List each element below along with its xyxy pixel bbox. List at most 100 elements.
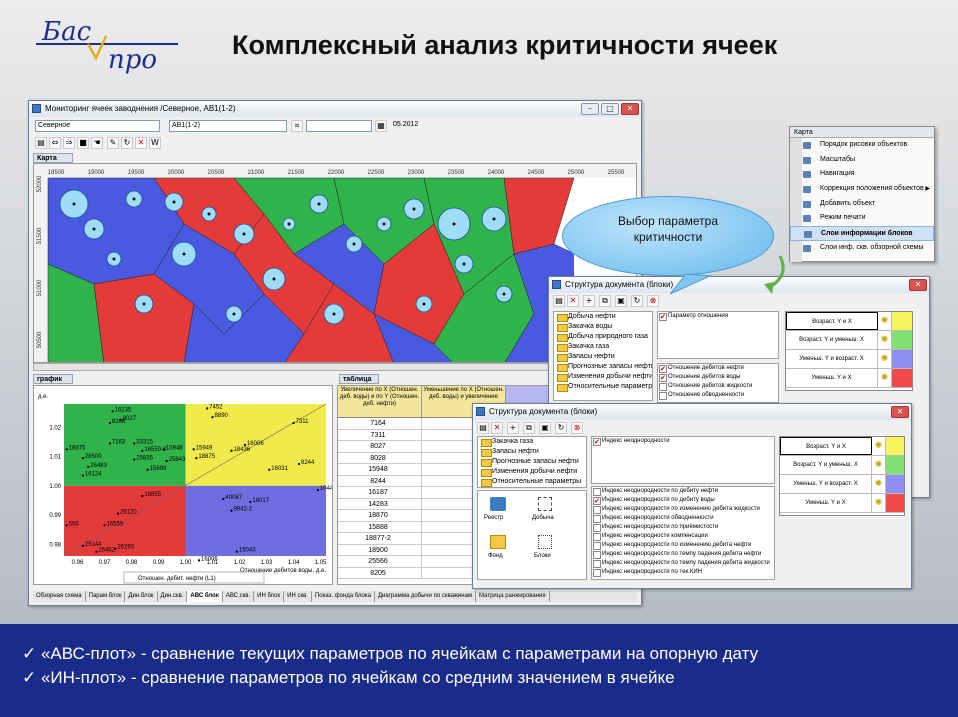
- doc2-param-selected-list[interactable]: Индекс неоднородности: [591, 436, 775, 484]
- doc2-tree-item[interactable]: Прогнозные запасы нефти: [478, 457, 586, 467]
- well-point[interactable]: [352, 242, 356, 246]
- bulb-icon[interactable]: ✺: [878, 331, 892, 349]
- criteria-row[interactable]: Возраст. Y и уменьш. X ✺: [786, 331, 912, 350]
- well-point[interactable]: [182, 252, 186, 256]
- criteria-row[interactable]: Уменьш. Y и X ✺: [780, 494, 904, 513]
- table-icon[interactable]: ▤: [35, 137, 47, 149]
- criteria-color-swatch[interactable]: [892, 331, 912, 349]
- doc1-criteria-table[interactable]: Возраст. Y и X ✺ Возраст. Y и уменьш. X ✺ Ум…: [785, 311, 913, 391]
- context-menu-item[interactable]: Режим печати: [790, 211, 934, 226]
- doc2-param-item[interactable]: Индекс неоднородности по изменению дебит…: [592, 541, 774, 550]
- doc1-param-item[interactable]: Отношение обводненности: [658, 391, 778, 400]
- doc1-param-item[interactable]: Отношение дебитов воды: [658, 373, 778, 382]
- well-point[interactable]: [382, 222, 386, 226]
- doc1-tree[interactable]: Добыча нефти Закачка воды Добыча природног…: [553, 311, 653, 401]
- doc2-icon-panel[interactable]: Реестр Добыча Фонд Блоки: [477, 490, 587, 580]
- plot-point[interactable]: [211, 416, 214, 419]
- abc-plot-panel[interactable]: д.е. 0.96 0.97 0.98 0.99 1.00 1.01 1.02 1.03 1.04…: [33, 385, 333, 585]
- production-icon[interactable]: [538, 497, 552, 511]
- registry-icon[interactable]: [490, 497, 506, 511]
- word-icon[interactable]: W: [149, 137, 161, 149]
- plot-point[interactable]: [222, 498, 225, 500]
- doc2-add-icon[interactable]: +: [507, 422, 519, 434]
- criteria-color-swatch[interactable]: [886, 437, 904, 455]
- plot-point[interactable]: [162, 448, 165, 451]
- well-point[interactable]: [272, 277, 276, 281]
- doc2-param-item[interactable]: Индекс неоднородности по дебиту нефти: [592, 487, 774, 496]
- map-scrollbar[interactable]: [33, 363, 637, 371]
- doc2-param-item[interactable]: Индекс неоднородности по изменению дебит…: [592, 505, 774, 514]
- doc2-param-item[interactable]: Индекс неоднородности по тек.КИН: [592, 568, 774, 577]
- calendar-icon[interactable]: ▦: [375, 120, 387, 132]
- doc2-tree-item[interactable]: Изменения добычи нефти: [478, 467, 586, 477]
- context-menu-item[interactable]: Навигация: [790, 167, 934, 182]
- doc1-param-selected[interactable]: Параметр отношения: [658, 312, 778, 321]
- doc2-tree-item[interactable]: Закачка газа: [478, 437, 586, 447]
- context-menu-item[interactable]: Добавить объект: [790, 197, 934, 212]
- tool-icon[interactable]: ✎: [107, 137, 119, 149]
- doc2-param-item[interactable]: Индекс неоднородности по темпу падения д…: [592, 550, 774, 559]
- bulb-icon[interactable]: ✺: [872, 494, 886, 512]
- plot-point[interactable]: [249, 500, 252, 503]
- well-point[interactable]: [72, 202, 76, 206]
- plot-point[interactable]: [230, 509, 233, 512]
- criteria-color-swatch[interactable]: [892, 350, 912, 368]
- plot-point[interactable]: [198, 559, 201, 562]
- doc1-param-item[interactable]: Отношение дебитов нефти: [658, 364, 778, 373]
- doc2-table-icon[interactable]: ▤: [477, 422, 489, 434]
- well-point[interactable]: [207, 212, 211, 216]
- doc2-param-list[interactable]: Индекс неоднородности по дебиту нефти Инд…: [591, 486, 775, 580]
- plot-point[interactable]: [108, 422, 111, 424]
- well-point[interactable]: [332, 312, 336, 316]
- field-select[interactable]: Северное: [35, 120, 160, 132]
- plot-point[interactable]: [111, 410, 114, 413]
- well-point[interactable]: [132, 197, 136, 201]
- plot-point[interactable]: [81, 544, 84, 547]
- cell-map[interactable]: 18500 19000 19500 20000 20500 21000 21500 22000…: [34, 164, 637, 363]
- bottom-tab[interactable]: ИН блок: [254, 591, 285, 602]
- plot-point[interactable]: [141, 495, 144, 498]
- doc2-param-item[interactable]: Индекс неоднородности по приёмистости: [592, 523, 774, 532]
- well-point[interactable]: [422, 302, 426, 306]
- plot-point[interactable]: [81, 474, 84, 477]
- doc2-close-button[interactable]: ✕: [891, 406, 909, 418]
- bottom-tab[interactable]: Показ. фонда блока: [312, 591, 375, 602]
- well-point[interactable]: [242, 232, 246, 236]
- well-point[interactable]: [452, 222, 456, 226]
- plot-point[interactable]: [119, 419, 122, 422]
- criteria-color-swatch[interactable]: [892, 312, 912, 330]
- plot-point[interactable]: [108, 442, 111, 445]
- plot-point[interactable]: [133, 442, 136, 445]
- criteria-row[interactable]: Возраст. Y и X ✺: [786, 312, 912, 331]
- bulb-icon[interactable]: ✺: [872, 456, 886, 474]
- doc2-refresh-icon[interactable]: ↻: [555, 422, 567, 434]
- plot-point[interactable]: [114, 547, 117, 550]
- bottom-tab[interactable]: Дин.скв.: [158, 591, 188, 602]
- plot-point[interactable]: [192, 448, 195, 451]
- criteria-row[interactable]: Уменьш. Y и X ✺: [786, 369, 912, 388]
- bulb-icon[interactable]: ✺: [878, 312, 892, 330]
- criteria-row[interactable]: Уменьш. Y и возраст. X ✺: [786, 350, 912, 369]
- doc2-criteria-table[interactable]: Возраст. Y и X ✺ Возраст. Y и уменьш. X ✺ Ум…: [779, 436, 905, 516]
- bottom-tab[interactable]: Обзорная схема: [33, 591, 86, 602]
- plot-point[interactable]: [87, 465, 90, 468]
- grid-icon[interactable]: ⌗: [291, 120, 303, 132]
- criteria-color-swatch[interactable]: [886, 475, 904, 493]
- plot-point[interactable]: [316, 489, 319, 492]
- plot-point[interactable]: [133, 458, 136, 461]
- well-point[interactable]: [462, 262, 466, 266]
- maximize-button[interactable]: □: [601, 103, 619, 115]
- context-menu-item[interactable]: Порядок рисовки объектов: [790, 138, 934, 153]
- bottom-tab[interactable]: Парам.блок: [86, 591, 126, 602]
- plot-point[interactable]: [268, 468, 271, 471]
- doc1-close-button[interactable]: ✕: [909, 279, 927, 291]
- doc1-tree-item[interactable]: Прогнозные запасы нефти: [554, 362, 652, 372]
- criteria-row[interactable]: Возраст. Y и X ✺: [780, 437, 904, 456]
- refresh-icon[interactable]: ↻: [121, 137, 133, 149]
- doc1-save-icon[interactable]: ▣: [615, 295, 627, 307]
- doc2-save-icon[interactable]: ▣: [539, 422, 551, 434]
- doc1-tree-item[interactable]: Относительные параметры: [554, 382, 652, 392]
- well-point[interactable]: [317, 202, 321, 206]
- bottom-tab[interactable]: Дин.блок: [125, 591, 158, 602]
- close-button[interactable]: ✕: [621, 103, 639, 115]
